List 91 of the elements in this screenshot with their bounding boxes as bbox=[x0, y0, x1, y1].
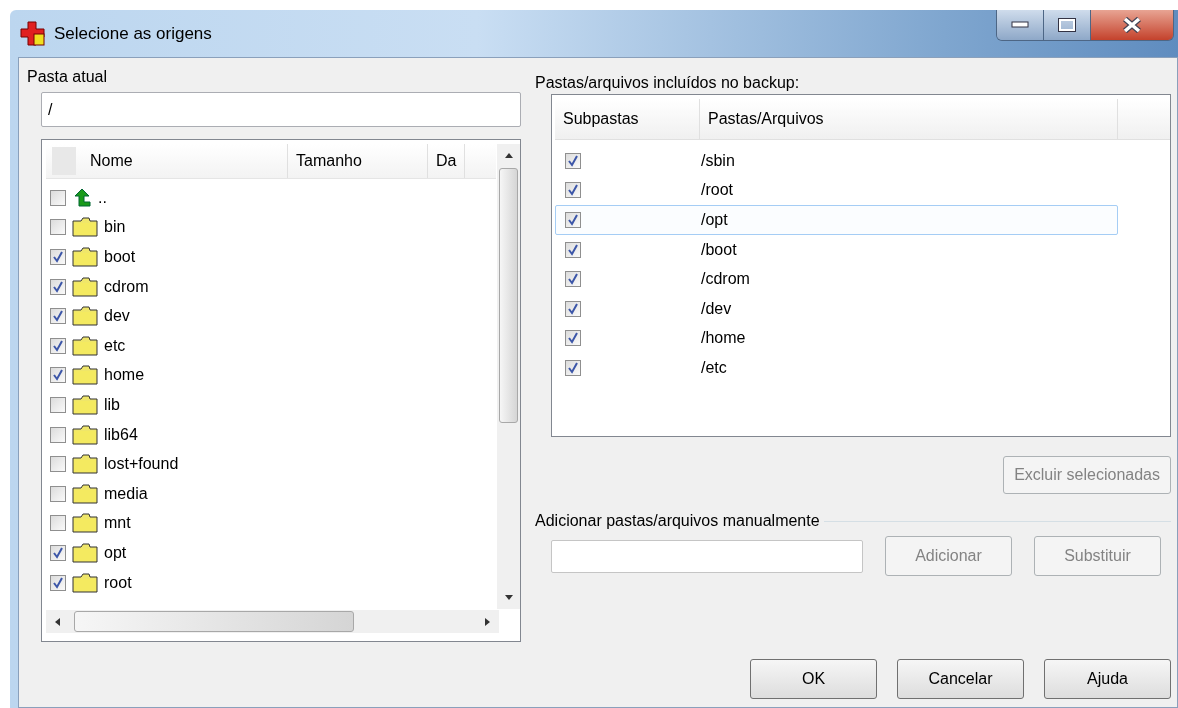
file-name[interactable]: media bbox=[104, 484, 148, 503]
folder-icon bbox=[72, 217, 98, 238]
file-name[interactable]: .. bbox=[98, 188, 107, 207]
checkbox[interactable] bbox=[50, 308, 66, 325]
checkbox[interactable] bbox=[565, 182, 581, 199]
checkbox[interactable] bbox=[50, 515, 66, 532]
file-name[interactable]: bin bbox=[104, 218, 126, 237]
checkbox[interactable] bbox=[50, 337, 66, 354]
folder-icon bbox=[72, 454, 98, 475]
file-name[interactable]: lost+found bbox=[104, 455, 179, 474]
path-text: /cdrom bbox=[701, 270, 750, 289]
maximize-icon bbox=[1058, 18, 1076, 32]
path-input-field[interactable] bbox=[551, 539, 863, 573]
list-row[interactable]: /opt bbox=[555, 205, 1118, 235]
folder-icon bbox=[72, 394, 98, 415]
checkbox[interactable] bbox=[565, 212, 581, 228]
folder-icon bbox=[72, 572, 98, 593]
dialog-button[interactable]: Cancelar bbox=[897, 659, 1024, 699]
checkbox[interactable] bbox=[50, 485, 66, 502]
checkbox[interactable] bbox=[565, 300, 581, 317]
path-text: /root bbox=[701, 181, 733, 200]
file-name[interactable]: dev bbox=[104, 307, 130, 326]
checkbox[interactable] bbox=[50, 249, 66, 265]
close-button[interactable] bbox=[1091, 10, 1173, 40]
folder-icon bbox=[72, 542, 98, 563]
folder-icon bbox=[72, 513, 98, 534]
list-row[interactable]: /cdrom bbox=[555, 264, 1118, 294]
file-name[interactable]: cdrom bbox=[104, 277, 149, 296]
checkbox[interactable] bbox=[50, 367, 66, 384]
folder-icon bbox=[72, 247, 98, 267]
app-icon bbox=[20, 20, 46, 47]
horizontal-scrollbar[interactable] bbox=[46, 610, 499, 633]
checkbox[interactable] bbox=[50, 574, 66, 591]
checkbox[interactable] bbox=[50, 456, 66, 473]
path-text: /dev bbox=[701, 299, 732, 318]
list-row[interactable]: /dev bbox=[555, 293, 1118, 324]
folder-icon bbox=[72, 335, 98, 356]
checkbox[interactable] bbox=[50, 396, 66, 413]
window-title: Selecione as origens bbox=[54, 23, 212, 44]
up-arrow-icon bbox=[72, 187, 92, 208]
column-header[interactable]: Da bbox=[428, 144, 465, 178]
folder-icon bbox=[72, 483, 98, 504]
file-name[interactable]: root bbox=[104, 573, 132, 592]
path-text: /sbin bbox=[701, 151, 735, 170]
list-label: Pastas/arquivos incluídos no backup: bbox=[535, 74, 801, 92]
folder-icon bbox=[72, 365, 98, 386]
path-text: /etc bbox=[701, 358, 727, 377]
list-row[interactable]: /home bbox=[555, 323, 1118, 354]
column-header[interactable]: Tamanho bbox=[288, 144, 428, 178]
checkbox[interactable] bbox=[565, 330, 581, 347]
minimize-icon bbox=[1011, 21, 1029, 29]
file-name[interactable]: etc bbox=[104, 336, 126, 355]
list-row[interactable]: /etc bbox=[555, 353, 1118, 383]
checkbox[interactable] bbox=[50, 189, 66, 206]
file-name[interactable]: mnt bbox=[104, 514, 131, 533]
checkbox[interactable] bbox=[50, 278, 66, 295]
checkbox[interactable] bbox=[565, 241, 581, 258]
folder-icon bbox=[72, 276, 98, 297]
checkbox[interactable] bbox=[565, 152, 581, 169]
list-row[interactable]: /sbin bbox=[555, 146, 1118, 176]
file-name[interactable]: opt bbox=[104, 543, 127, 562]
column-header[interactable]: Nome bbox=[82, 144, 288, 178]
column-header[interactable]: Pastas/Arquivos bbox=[700, 99, 1118, 139]
file-name[interactable]: lib64 bbox=[104, 425, 138, 444]
column-header[interactable]: Subpastas bbox=[555, 99, 700, 139]
file-name[interactable]: home bbox=[104, 366, 145, 385]
file-name[interactable]: boot bbox=[104, 248, 136, 266]
checkbox[interactable] bbox=[50, 426, 66, 443]
path-text: /opt bbox=[701, 211, 728, 229]
list-row[interactable]: /root bbox=[555, 175, 1118, 206]
minimize-button[interactable] bbox=[997, 10, 1044, 40]
checkbox[interactable] bbox=[565, 359, 581, 376]
checkbox[interactable] bbox=[565, 271, 581, 288]
path-text: /home bbox=[701, 329, 746, 348]
path-field[interactable]: / bbox=[41, 92, 521, 127]
scrollbar-thumb[interactable] bbox=[74, 611, 354, 632]
dialog-button[interactable]: OK bbox=[750, 659, 877, 699]
maximize-button[interactable] bbox=[1044, 10, 1091, 40]
close-icon bbox=[1122, 17, 1142, 33]
folder-icon bbox=[72, 424, 98, 445]
path-text: /boot bbox=[701, 240, 737, 259]
list-row[interactable]: /boot bbox=[555, 234, 1118, 265]
folder-icon bbox=[72, 306, 98, 327]
dialog-button[interactable]: Ajuda bbox=[1044, 659, 1171, 699]
checkbox[interactable] bbox=[50, 219, 66, 236]
group-label: Adicionar pastas/arquivos manualmente bbox=[535, 512, 820, 530]
file-name[interactable]: lib bbox=[104, 395, 120, 414]
scrollbar-thumb[interactable] bbox=[499, 168, 518, 423]
vertical-scrollbar[interactable] bbox=[497, 144, 520, 609]
field-label: Pasta atual bbox=[27, 68, 109, 86]
checkbox[interactable] bbox=[50, 544, 66, 561]
